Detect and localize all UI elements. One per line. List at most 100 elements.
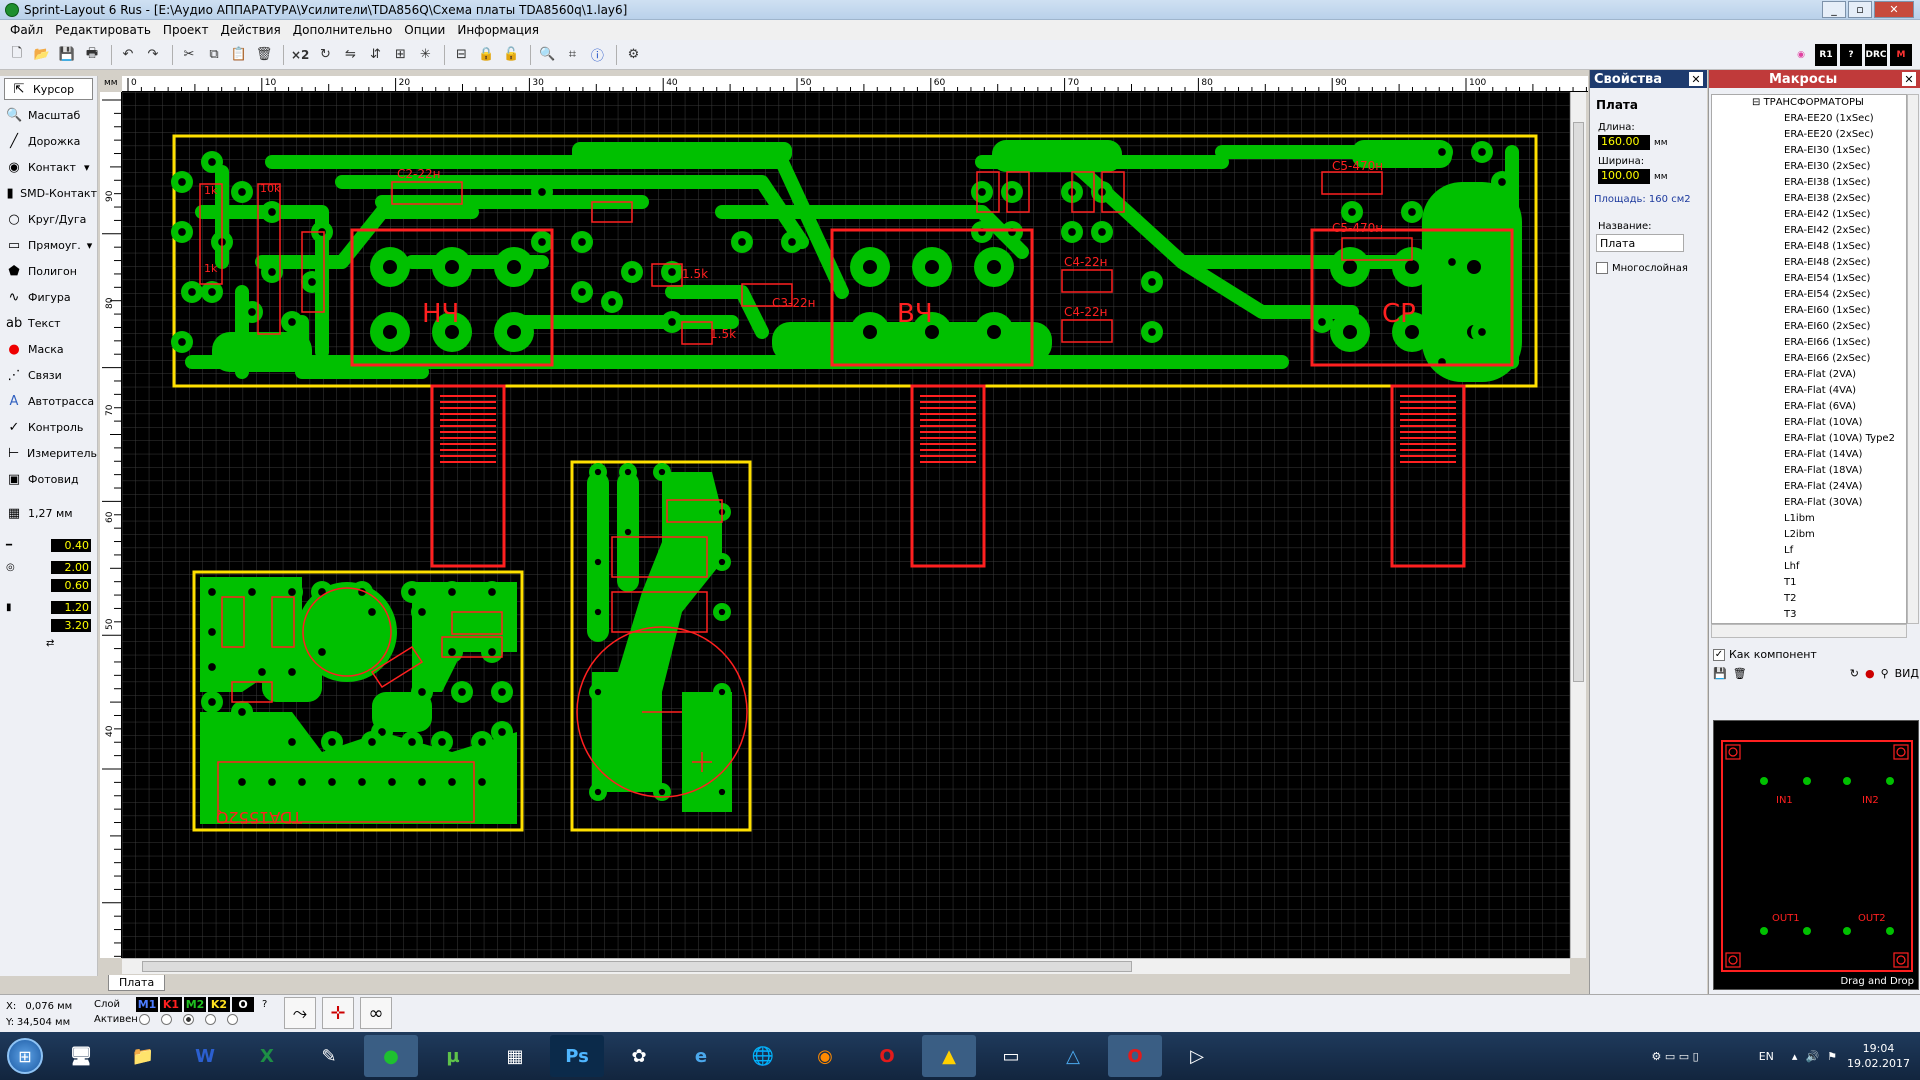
swap-icon[interactable]: ⇄	[46, 638, 54, 649]
radio-k2[interactable]	[205, 1014, 216, 1025]
macro-item[interactable]: T2	[1712, 591, 1906, 607]
app-icon[interactable]: ✎	[302, 1035, 356, 1077]
layer-m1[interactable]: M1	[136, 997, 158, 1012]
tool-mask[interactable]: ● Маска	[0, 336, 97, 362]
checkbox-icon[interactable]	[1596, 262, 1608, 274]
macro-item[interactable]: Lf	[1712, 543, 1906, 559]
checkbox-icon[interactable]: ✓	[1713, 648, 1725, 661]
drc-toggle-icon[interactable]: DRC	[1865, 44, 1887, 66]
delete-icon[interactable]: 🗑	[253, 44, 275, 66]
tool-zoom[interactable]: 🔍 Масштаб	[0, 102, 97, 128]
tray-icons[interactable]: ⚙ ▭ ▭ ▯	[1652, 1050, 1699, 1063]
radio-m2[interactable]	[183, 1014, 194, 1025]
macro-item[interactable]: T1	[1712, 575, 1906, 591]
macro-item[interactable]: ERA-EI42 (2xSec)	[1712, 223, 1906, 239]
sprint-layout-icon[interactable]: ●	[364, 1035, 418, 1077]
save-icon[interactable]: 💾	[56, 44, 78, 66]
macro-item[interactable]: ERA-EI60 (2xSec)	[1712, 319, 1906, 335]
word-icon[interactable]: W	[178, 1035, 232, 1077]
sheet-tab-board[interactable]: Плата	[108, 975, 166, 991]
macro-item[interactable]: ERA-Flat (6VA)	[1712, 399, 1906, 415]
macro-item[interactable]: ERA-Flat (10VA)	[1712, 415, 1906, 431]
tray-up-arrow-icon[interactable]: ▴	[1792, 1050, 1798, 1063]
tree-root[interactable]: ⊟ ТРАНСФОРМАТОРЫ	[1712, 95, 1906, 111]
start-button[interactable]: ⊞	[0, 1032, 50, 1080]
opera-icon[interactable]: O	[1108, 1035, 1162, 1077]
menu-info[interactable]: Информация	[451, 23, 545, 37]
tool-polygon[interactable]: ⬟ Полигон	[0, 258, 97, 284]
tool-connections[interactable]: ⋰ Связи	[0, 362, 97, 388]
paste-icon[interactable]: 📋	[228, 44, 250, 66]
app-icon[interactable]: △	[1046, 1035, 1100, 1077]
tool-circle[interactable]: ○ Круг/Дуга	[0, 206, 97, 232]
macro-item[interactable]: ERA-EI60 (1xSec)	[1712, 303, 1906, 319]
mirror-h-icon[interactable]: ⇋	[339, 44, 361, 66]
pad-outer-field[interactable]: 2.00	[51, 560, 91, 574]
undo-icon[interactable]: ↶	[117, 44, 139, 66]
macros-hscroll[interactable]	[1711, 624, 1907, 638]
app-icon[interactable]: ▷	[1170, 1035, 1224, 1077]
macro-item[interactable]: ERA-Flat (18VA)	[1712, 463, 1906, 479]
macro-item[interactable]: ERA-EI48 (2xSec)	[1712, 255, 1906, 271]
dropdown-arrow-icon[interactable]: ▾	[87, 239, 93, 252]
language-indicator[interactable]: EN	[1759, 1050, 1774, 1063]
tool-autoroute[interactable]: A Автотрасса	[0, 388, 97, 414]
grid-setting[interactable]: ▦ 1,27 мм	[0, 500, 97, 526]
macro-item[interactable]: ERA-EI54 (2xSec)	[1712, 287, 1906, 303]
macro-item[interactable]: ERA-EI42 (1xSec)	[1712, 207, 1906, 223]
app-icon[interactable]: ▭	[984, 1035, 1038, 1077]
macros-vscroll[interactable]	[1907, 94, 1919, 624]
close-icon[interactable]: ✕	[1902, 72, 1916, 86]
r1-toggle-icon[interactable]: R1	[1815, 44, 1837, 66]
layer-k1[interactable]: K1	[160, 997, 182, 1012]
macro-item[interactable]: ERA-Flat (10VA) Type2	[1712, 431, 1906, 447]
macros-tree[interactable]: ⊟ ТРАНСФОРМАТОРЫ ERA-EE20 (1xSec) ERA-EE2…	[1711, 94, 1907, 624]
zoom-magnifier-icon[interactable]: 🔍	[536, 44, 558, 66]
scroll-thumb[interactable]	[1573, 122, 1584, 682]
macro-item[interactable]: ERA-Flat (24VA)	[1712, 479, 1906, 495]
macro-item[interactable]: ERA-EI38 (2xSec)	[1712, 191, 1906, 207]
photoshop-icon[interactable]: Ps	[550, 1035, 604, 1077]
menu-edit[interactable]: Редактировать	[49, 23, 157, 37]
name-field[interactable]: Плата	[1596, 234, 1684, 252]
pcb-canvas[interactable]: НЧ ВЧ СР C2-22н C3-22н C4-22н C4-22н C5-…	[122, 92, 1570, 958]
macro-item[interactable]: ERA-EE20 (1xSec)	[1712, 111, 1906, 127]
close-icon[interactable]: ✕	[1689, 72, 1703, 86]
print-icon[interactable]: 🖶	[81, 44, 103, 66]
copy-icon[interactable]: ⧉	[203, 44, 225, 66]
vertical-scrollbar[interactable]	[1570, 92, 1586, 958]
length-field[interactable]: 160.00	[1598, 135, 1650, 150]
crosshair-icon[interactable]: ✛	[322, 997, 354, 1029]
tool-shape[interactable]: ∿ Фигура	[0, 284, 97, 310]
network-icon[interactable]: ⚑	[1827, 1050, 1837, 1063]
help-icon[interactable]: ?	[262, 999, 267, 1010]
tool-measure[interactable]: ⊢ Измеритель	[0, 440, 97, 466]
macro-item[interactable]: ERA-EE20 (2xSec)	[1712, 127, 1906, 143]
redo-icon[interactable]: ↷	[142, 44, 164, 66]
menu-options[interactable]: Опции	[398, 23, 451, 37]
align-icon[interactable]: ⊞	[389, 44, 411, 66]
macro-item[interactable]: ERA-EI30 (1xSec)	[1712, 143, 1906, 159]
minimize-button[interactable]: _	[1822, 1, 1846, 18]
macro-item[interactable]: ERA-Flat (30VA)	[1712, 495, 1906, 511]
close-button[interactable]: ✕	[1874, 1, 1914, 18]
app-icon[interactable]: ▲	[922, 1035, 976, 1077]
horizontal-scrollbar[interactable]	[122, 958, 1570, 974]
settings-gear-icon[interactable]: ⚙	[622, 44, 644, 66]
macro-item[interactable]: ERA-EI30 (2xSec)	[1712, 159, 1906, 175]
width-field[interactable]: 100.00	[1598, 169, 1650, 184]
menu-extra[interactable]: Дополнительно	[287, 23, 399, 37]
new-file-icon[interactable]: 🗋	[6, 44, 28, 66]
computer-icon[interactable]: 🖥	[54, 1035, 108, 1077]
as-component-checkbox[interactable]: ✓ Как компонент	[1713, 648, 1919, 661]
unlock-icon[interactable]: 🔓	[500, 44, 522, 66]
macro-item[interactable]: ERA-Flat (4VA)	[1712, 383, 1906, 399]
radio-o[interactable]	[227, 1014, 238, 1025]
macro-item[interactable]: L2ibm	[1712, 527, 1906, 543]
pad-inner-field[interactable]: 0.60	[51, 578, 91, 592]
scroll-thumb[interactable]	[142, 961, 1132, 972]
view-person-icon[interactable]: ⚲	[1881, 667, 1889, 680]
lock-icon[interactable]: 🔒	[475, 44, 497, 66]
app-icon[interactable]: ✿	[612, 1035, 666, 1077]
radio-m1[interactable]	[139, 1014, 150, 1025]
